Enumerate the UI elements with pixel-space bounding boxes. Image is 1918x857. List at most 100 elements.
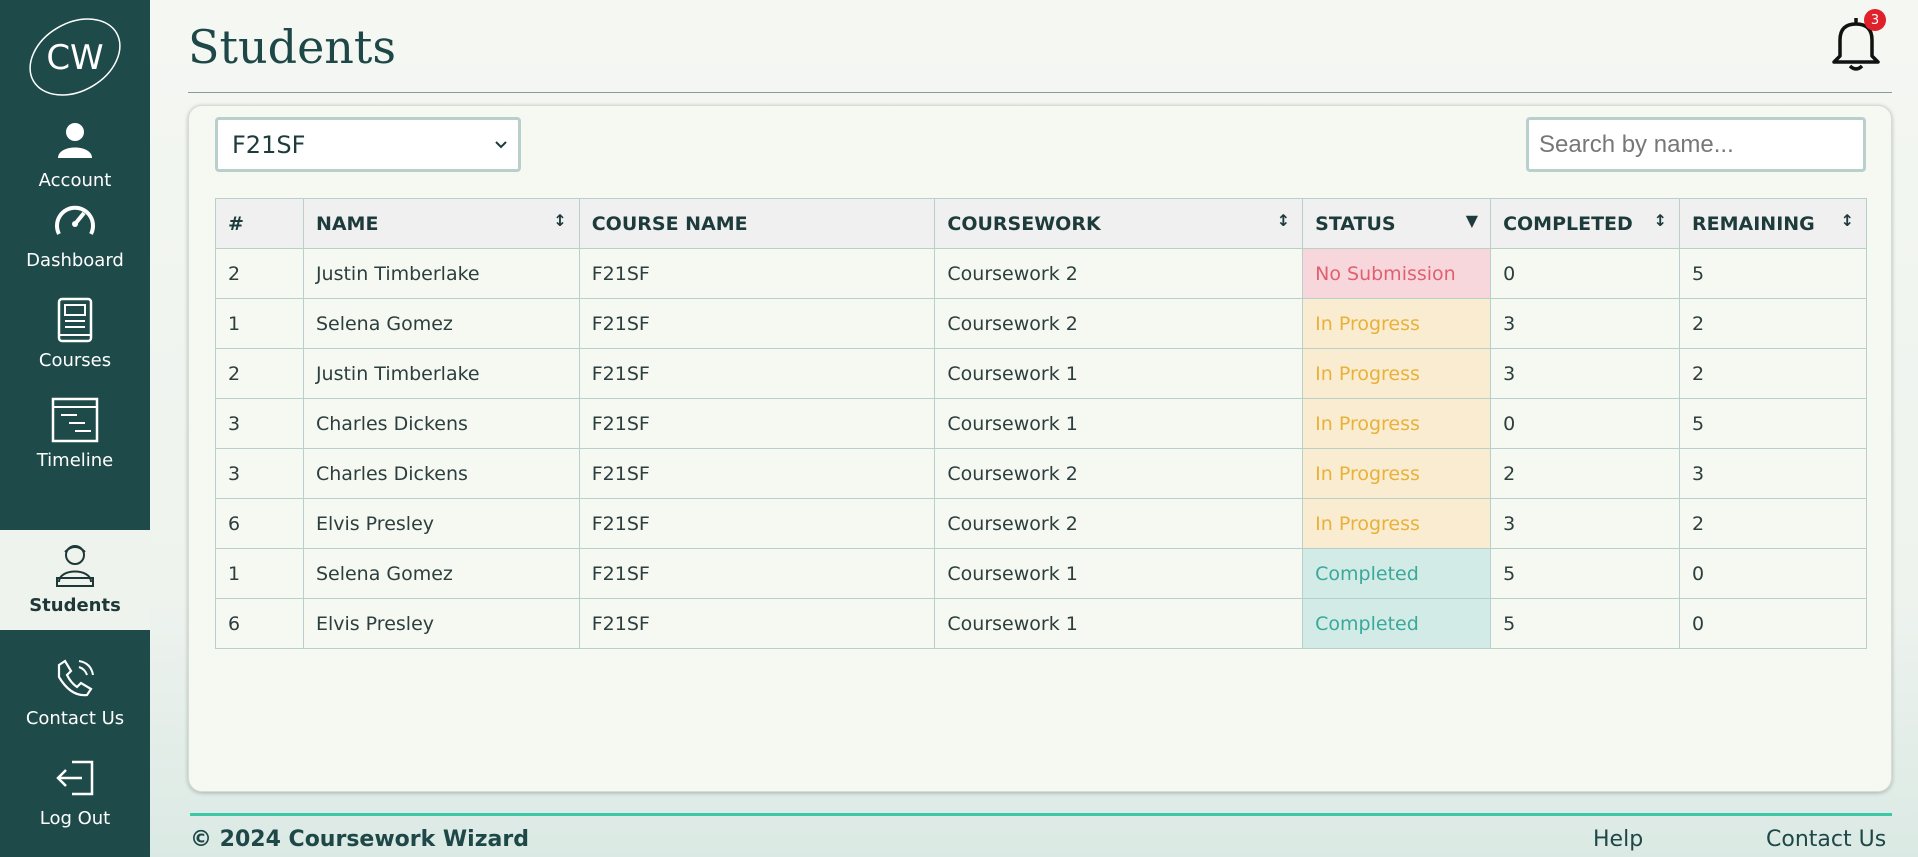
cell-completed: 0 — [1490, 398, 1681, 449]
column-header-completed[interactable]: COMPLETED ↕ — [1490, 198, 1681, 249]
table-row[interactable]: 2 Justin Timberlake F21SF Coursework 2 N… — [215, 248, 1867, 299]
cell-course: F21SF — [578, 598, 936, 649]
sort-desc-icon[interactable]: ▼ — [1466, 211, 1478, 230]
footer-contact-link[interactable]: Contact Us — [1766, 827, 1886, 852]
cell-completed: 3 — [1490, 498, 1681, 549]
cell-coursework: Coursework 2 — [934, 498, 1304, 549]
status-badge: In Progress — [1302, 298, 1492, 349]
table-row[interactable]: 6 Elvis Presley F21SF Coursework 1 Compl… — [215, 598, 1867, 649]
cell-course: F21SF — [578, 548, 936, 599]
cell-course: F21SF — [578, 498, 936, 549]
sidebar: CW Account Dashboard Courses Timeline St… — [0, 0, 150, 857]
notification-badge: 3 — [1864, 9, 1886, 31]
phone-icon — [49, 652, 101, 704]
cell-course: F21SF — [578, 298, 936, 349]
cell-course: F21SF — [578, 348, 936, 399]
sort-icon[interactable]: ↕ — [553, 211, 566, 230]
svg-text:CW: CW — [46, 38, 103, 78]
cell-completed: 2 — [1490, 448, 1681, 499]
sidebar-item-contact[interactable]: Contact Us — [0, 643, 150, 743]
cell-name: Elvis Presley — [302, 598, 580, 649]
student-icon — [49, 539, 101, 591]
logout-icon — [49, 752, 101, 804]
sort-icon[interactable]: ↕ — [1654, 211, 1667, 230]
cell-name: Justin Timberlake — [302, 248, 580, 299]
sidebar-item-timeline[interactable]: Timeline — [0, 385, 150, 485]
cell-remaining: 5 — [1679, 248, 1867, 299]
logo[interactable]: CW — [20, 12, 130, 102]
cell-index: 2 — [215, 248, 304, 299]
cell-completed: 3 — [1490, 348, 1681, 399]
cell-index: 2 — [215, 348, 304, 399]
table-row[interactable]: 3 Charles Dickens F21SF Coursework 1 In … — [215, 398, 1867, 449]
sidebar-item-label: Log Out — [39, 808, 111, 829]
timeline-icon — [49, 394, 101, 446]
table-row[interactable]: 1 Selena Gomez F21SF Coursework 1 Comple… — [215, 548, 1867, 599]
footer-help-link[interactable]: Help — [1593, 827, 1643, 852]
cell-completed: 5 — [1490, 598, 1681, 649]
status-badge: Completed — [1302, 548, 1492, 599]
cell-completed: 3 — [1490, 298, 1681, 349]
cell-coursework: Coursework 1 — [934, 348, 1304, 399]
sidebar-item-label: Dashboard — [26, 250, 124, 271]
sort-icon[interactable]: ↕ — [1841, 211, 1854, 230]
column-header-coursework[interactable]: COURSEWORK ↕ — [934, 198, 1304, 249]
cell-name: Charles Dickens — [302, 398, 580, 449]
status-badge: In Progress — [1302, 498, 1492, 549]
sort-icon[interactable]: ↕ — [1277, 211, 1290, 230]
cell-index: 3 — [215, 398, 304, 449]
chevron-down-icon — [495, 140, 507, 148]
cell-coursework: Coursework 1 — [934, 598, 1304, 649]
column-header-remaining[interactable]: REMAINING ↕ — [1679, 198, 1867, 249]
cell-name: Selena Gomez — [302, 298, 580, 349]
cell-remaining: 2 — [1679, 498, 1867, 549]
cell-name: Selena Gomez — [302, 548, 580, 599]
status-badge: In Progress — [1302, 348, 1492, 399]
table-header-row: # NAME ↕ COURSE NAME COURSEWORK ↕ STATUS ▼ … — [215, 198, 1867, 249]
sidebar-item-dashboard[interactable]: Dashboard — [0, 185, 150, 285]
cell-remaining: 0 — [1679, 598, 1867, 649]
column-header-course-name[interactable]: COURSE NAME — [578, 198, 936, 249]
cell-completed: 5 — [1490, 548, 1681, 599]
status-badge: No Submission — [1302, 248, 1492, 299]
column-header-index[interactable]: # — [215, 198, 304, 249]
cell-coursework: Coursework 2 — [934, 298, 1304, 349]
user-icon — [49, 114, 101, 166]
cell-coursework: Coursework 1 — [934, 398, 1304, 449]
status-badge: Completed — [1302, 598, 1492, 649]
course-select-value: F21SF — [232, 130, 306, 159]
sidebar-item-logout[interactable]: Log Out — [0, 743, 150, 843]
cell-index: 1 — [215, 298, 304, 349]
cell-course: F21SF — [578, 448, 936, 499]
cell-remaining: 0 — [1679, 548, 1867, 599]
book-icon — [49, 294, 101, 346]
table-row[interactable]: 2 Justin Timberlake F21SF Coursework 1 I… — [215, 348, 1867, 399]
column-header-status[interactable]: STATUS ▼ — [1302, 198, 1492, 249]
cell-coursework: Coursework 2 — [934, 448, 1304, 499]
sidebar-item-label: Timeline — [36, 450, 114, 471]
cell-completed: 0 — [1490, 248, 1681, 299]
sidebar-item-students[interactable]: Students — [0, 530, 150, 630]
cell-remaining: 5 — [1679, 398, 1867, 449]
students-card: F21SF # NAME↕ COURSE NAME COURSEWORK↕ ST… — [188, 105, 1892, 792]
cell-coursework: Coursework 1 — [934, 548, 1304, 599]
search-input[interactable] — [1526, 117, 1866, 172]
table-row[interactable]: 3 Charles Dickens F21SF Coursework 2 In … — [215, 448, 1867, 499]
table-row[interactable]: 6 Elvis Presley F21SF Coursework 2 In Pr… — [215, 498, 1867, 549]
logo-icon: CW — [29, 18, 121, 96]
copyright-text: © 2024 Coursework Wizard — [190, 827, 529, 852]
status-badge: In Progress — [1302, 448, 1492, 499]
cell-coursework: Coursework 2 — [934, 248, 1304, 299]
page-title: Students — [188, 20, 397, 74]
status-badge: In Progress — [1302, 398, 1492, 449]
course-select[interactable]: F21SF — [215, 117, 521, 172]
cell-index: 3 — [215, 448, 304, 499]
cell-name: Justin Timberlake — [302, 348, 580, 399]
cell-remaining: 2 — [1679, 298, 1867, 349]
cell-index: 6 — [215, 498, 304, 549]
column-header-name[interactable]: NAME ↕ — [302, 198, 580, 249]
gauge-icon — [49, 194, 101, 246]
table-row[interactable]: 1 Selena Gomez F21SF Coursework 2 In Pro… — [215, 298, 1867, 349]
cell-name: Charles Dickens — [302, 448, 580, 499]
sidebar-item-courses[interactable]: Courses — [0, 285, 150, 385]
